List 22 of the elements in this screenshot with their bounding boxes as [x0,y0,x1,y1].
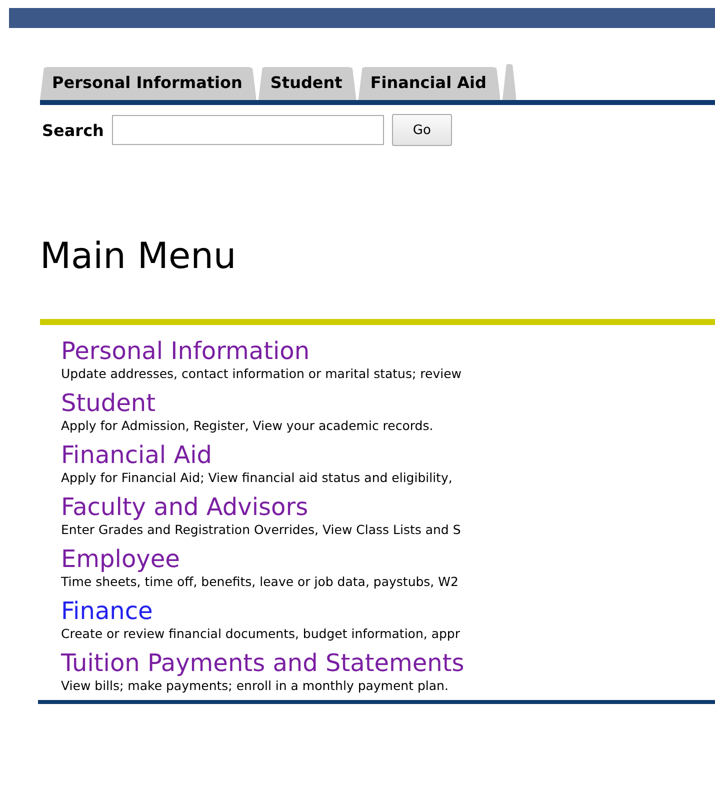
menu-link[interactable]: Financial Aid [61,441,212,469]
page-title: Main Menu [40,236,238,277]
menu-description: Enter Grades and Registration Overrides, View Class Lists and S [61,521,462,538]
menu-link[interactable]: Finance [61,597,153,625]
go-button[interactable]: Go [392,114,452,146]
nav-tab[interactable]: Financial Aid [358,67,500,100]
menu-description: View bills; make payments; enroll in a monthly payment plan. [61,677,450,694]
menu-link[interactable]: Personal Information [61,337,310,365]
search-label: Search [42,120,104,140]
nav-tab[interactable]: Student [258,67,356,100]
nav-tab[interactable] [502,64,516,100]
menu-link[interactable]: Student [61,389,156,417]
menu-link[interactable]: Faculty and Advisors [61,493,308,521]
menu-description: Time sheets, time off, benefits, leave or job data, paystubs, W2 [61,573,460,590]
menu-link[interactable]: Tuition Payments and Statements [61,649,464,677]
menu-description: Apply for Financial Aid; View financial aid status and eligibility, [61,469,454,486]
menu-link[interactable]: Employee [61,545,180,573]
nav-tab[interactable]: Personal Information [40,67,256,100]
menu-description: Create or review financial documents, budget information, appr [61,625,461,642]
search-field[interactable] [112,115,384,145]
menu-description: Apply for Admission, Register, View your academic records. [61,417,434,434]
menu-description: Update addresses, contact information or marital status; review [61,365,463,382]
